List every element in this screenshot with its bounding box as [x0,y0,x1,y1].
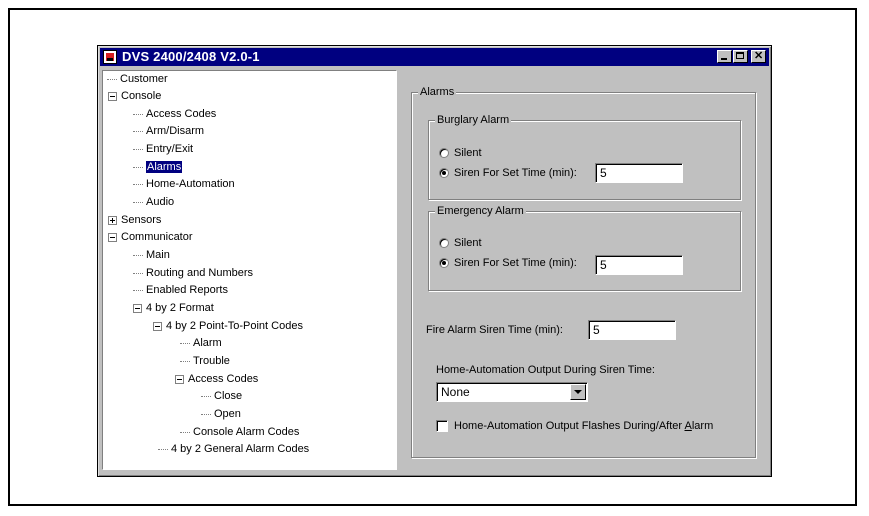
select-value: None [441,385,470,399]
app-window: DVS 2400/2408 V2.0-1 Customer Console Ac… [97,45,772,477]
radio-label: Siren For Set Time (min): [454,167,577,179]
tree-item-label: 4 by 2 Point-To-Point Codes [166,320,303,332]
app-icon[interactable] [103,50,117,64]
burglary-group-label: Burglary Alarm [435,113,512,127]
burglary-siren-radio[interactable]: Siren For Set Time (min): [439,165,577,181]
tree-item-console[interactable]: Console [108,88,161,104]
tree-item-close[interactable]: Close [201,388,242,404]
radio-icon [439,168,449,179]
tree-item-label: Close [214,390,243,402]
checkbox-label: Home-Automation Output Flashes During/Af… [454,420,685,432]
home-automation-label: Home-Automation Output During Siren Time… [436,364,655,376]
fire-alarm-time-input[interactable]: 5 [588,320,676,340]
tree-item-label: Communicator [121,231,193,243]
tree-item-general-alarm-codes[interactable]: 4 by 2 General Alarm Codes [158,441,309,457]
title-bar[interactable]: DVS 2400/2408 V2.0-1 [100,48,769,66]
tree-item-label: Arm/Disarm [146,125,205,137]
checkbox-icon[interactable] [436,420,448,433]
tree-item-label: Sensors [121,214,162,226]
tree-item-label: Audio [146,196,175,208]
tree-item-label: Trouble [193,355,230,367]
tree-item-point-to-point-codes[interactable]: 4 by 2 Point-To-Point Codes [153,318,303,334]
emergency-siren-time-input[interactable]: 5 [595,255,683,275]
collapse-icon[interactable] [175,374,184,384]
tree-item-entry-exit[interactable]: Entry/Exit [133,141,193,157]
tree-item-alarm[interactable]: Alarm [180,335,222,351]
tree-item-label: 4 by 2 General Alarm Codes [171,443,310,455]
home-automation-flash-checkbox[interactable]: Home-Automation Output Flashes During/Af… [436,418,713,434]
tree-item-label: Alarms [146,161,183,173]
tree-item-main[interactable]: Main [133,247,170,263]
tree-item-label: Console Alarm Codes [193,426,300,438]
radio-icon [439,148,449,159]
tree-item-4by2-format[interactable]: 4 by 2 Format [133,300,214,316]
radio-label: Silent [454,147,482,159]
close-button[interactable] [751,49,766,63]
tree-item-open[interactable]: Open [201,406,241,422]
tree-item-home-automation[interactable]: Home-Automation [133,176,235,192]
emergency-alarm-group: Emergency Alarm Silent Siren For Set Tim… [428,204,741,291]
tree-item-console-alarm-codes[interactable]: Console Alarm Codes [180,424,299,440]
tree-item-label: Entry/Exit [146,143,194,155]
tree-item-sensors[interactable]: Sensors [108,212,161,228]
alarms-group-label: Alarms [418,85,457,99]
burglary-alarm-group: Burglary Alarm Silent Siren For Set Time… [428,113,741,200]
minimize-button[interactable] [717,50,732,63]
fire-alarm-label: Fire Alarm Siren Time (min): [426,324,563,336]
navigation-tree[interactable]: Customer Console Access Codes Arm/Disarm… [102,70,397,470]
tree-item-label: Access Codes [146,108,217,120]
tree-item-alarms[interactable]: Alarms [133,159,183,175]
radio-icon [439,258,449,269]
tree-item-label: Routing and Numbers [146,267,254,279]
alarms-group: Alarms Burglary Alarm Silent Siren For S… [411,85,756,458]
burglary-silent-radio[interactable]: Silent [439,145,482,161]
tree-item-access-codes[interactable]: Access Codes [133,106,216,122]
tree-item-arm-disarm[interactable]: Arm/Disarm [133,123,204,139]
radio-icon [439,238,449,249]
radio-label: Siren For Set Time (min): [454,257,577,269]
tree-item-communicator[interactable]: Communicator [108,229,193,245]
tree-item-label: 4 by 2 Format [146,302,214,314]
home-automation-select[interactable]: None [436,382,588,402]
tree-item-label: Alarm [193,337,222,349]
tree-item-label: Home-Automation [146,178,235,190]
tree-item-access-codes-sub[interactable]: Access Codes [175,371,258,387]
maximize-button[interactable] [733,50,748,63]
emergency-silent-radio[interactable]: Silent [439,235,482,251]
checkbox-label-end: larm [691,420,714,432]
accelerator-letter: A [684,420,692,432]
window-title: DVS 2400/2408 V2.0-1 [122,49,260,64]
tree-item-label: Customer [120,73,168,85]
tree-item-audio[interactable]: Audio [133,194,174,210]
expand-icon[interactable] [108,215,117,225]
tree-item-routing-and-numbers[interactable]: Routing and Numbers [133,265,253,281]
collapse-icon[interactable] [108,91,117,101]
tree-item-label: Open [214,408,241,420]
tree-item-label: Enabled Reports [146,284,228,296]
tree-item-label: Console [121,90,162,102]
collapse-icon[interactable] [108,232,117,242]
radio-label: Silent [454,237,482,249]
window-controls [716,49,766,63]
emergency-siren-radio[interactable]: Siren For Set Time (min): [439,255,577,271]
collapse-icon[interactable] [153,321,162,331]
emergency-group-label: Emergency Alarm [435,204,526,218]
tree-item-label: Main [146,249,170,261]
settings-panel: Alarms Burglary Alarm Silent Siren For S… [401,70,767,470]
chevron-down-icon[interactable] [570,384,586,400]
burglary-siren-time-input[interactable]: 5 [595,163,683,183]
tree-item-customer[interactable]: Customer [107,71,168,87]
tree-item-label: Access Codes [188,373,259,385]
tree-item-trouble[interactable]: Trouble [180,353,230,369]
tree-item-enabled-reports[interactable]: Enabled Reports [133,282,228,298]
collapse-icon[interactable] [133,303,142,313]
